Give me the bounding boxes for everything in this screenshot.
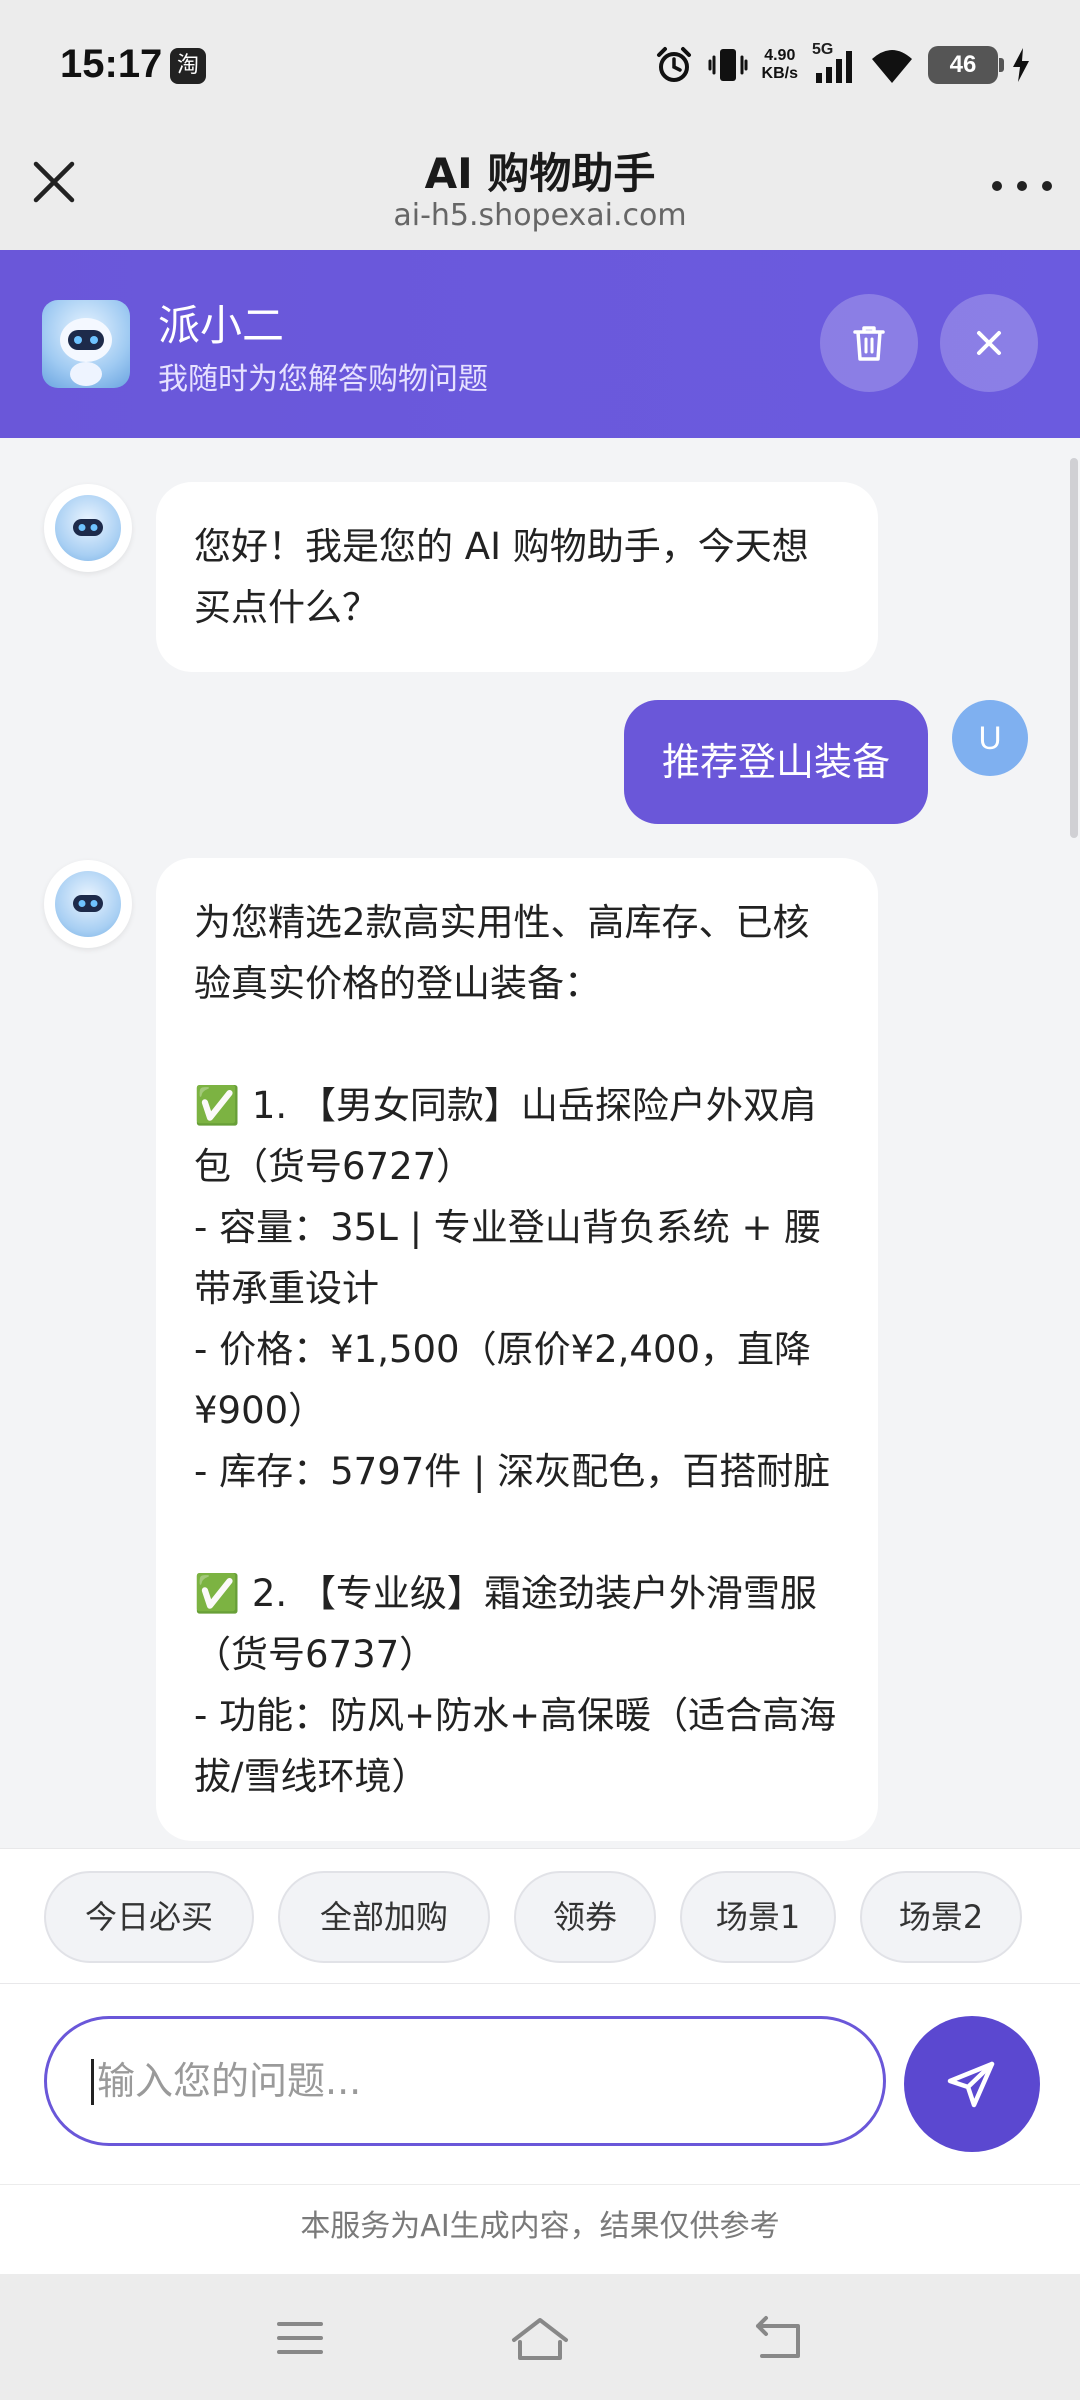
home-icon xyxy=(512,2318,568,2360)
robot-icon xyxy=(55,495,121,561)
network-speed: 4.90 KB/s xyxy=(762,47,798,83)
question-input[interactable]: 输入您的问题... xyxy=(44,2016,886,2146)
bot-avatar xyxy=(44,860,132,948)
quick-actions-bar: 今日必买 全部加购 领券 场景1 场景2 xyxy=(0,1848,1080,1984)
status-icons: 4.90 KB/s 5G 46 xyxy=(654,40,1030,90)
chip-today-must-buy[interactable]: 今日必买 xyxy=(44,1871,254,1963)
assistant-avatar xyxy=(42,300,130,388)
trash-icon xyxy=(853,326,885,361)
vibrate-icon xyxy=(708,49,748,81)
signal-icon: 5G xyxy=(812,41,856,85)
more-options-button[interactable] xyxy=(992,166,1052,206)
chat-scrollbar[interactable] xyxy=(1070,458,1078,838)
back-icon xyxy=(756,2316,800,2358)
input-placeholder: 输入您的问题... xyxy=(97,2059,362,2103)
page-title: AI 购物助手 xyxy=(424,149,656,198)
close-assistant-button[interactable] xyxy=(940,294,1038,392)
ai-disclaimer: 本服务为AI生成内容，结果仅供参考 xyxy=(0,2184,1080,2274)
network-speed-value: 4.90 xyxy=(764,47,796,64)
clear-chat-button[interactable] xyxy=(820,294,918,392)
nav-menu-button[interactable] xyxy=(270,2312,330,2364)
assistant-name: 派小二 xyxy=(158,301,285,350)
robot-icon xyxy=(60,318,112,386)
charging-icon xyxy=(1013,48,1029,82)
system-nav-bar xyxy=(0,2274,1080,2400)
bot-message-greeting: 您好！我是您的 AI 购物助手，今天想买点什么？ xyxy=(156,482,878,672)
nav-home-button[interactable] xyxy=(510,2312,570,2364)
page-url: ai-h5.shopexai.com xyxy=(393,198,687,233)
chip-scene-1[interactable]: 场景1 xyxy=(680,1871,836,1963)
browser-header: AI 购物助手 ai-h5.shopexai.com xyxy=(0,130,1080,250)
taobao-app-icon: 淘 xyxy=(170,48,206,84)
bot-avatar xyxy=(44,484,132,572)
nav-back-button[interactable] xyxy=(750,2312,810,2364)
user-message: 推荐登山装备 xyxy=(623,700,928,824)
menu-icon xyxy=(277,2322,323,2354)
wifi-icon xyxy=(872,50,912,83)
chat-area[interactable]: 您好！我是您的 AI 购物助手，今天想买点什么？ 推荐登山装备 U 为您精选2款… xyxy=(0,438,1080,1848)
assistant-header: 派小二 我随时为您解答购物问题 xyxy=(0,250,1080,438)
more-dot-icon xyxy=(1042,181,1052,191)
more-dot-icon xyxy=(1017,181,1027,191)
user-avatar: U xyxy=(952,700,1028,776)
send-icon xyxy=(947,2061,995,2108)
chip-add-all-to-cart[interactable]: 全部加购 xyxy=(278,1871,490,1963)
alarm-icon xyxy=(656,47,691,82)
status-bar: 15:17 淘 4.90 KB/s 5G 46 xyxy=(0,0,1080,130)
bot-message-recommendation: 为您精选2款高实用性、高库存、已核验真实价格的登山装备： ✅ 1. 【男女同款】… xyxy=(156,858,878,1841)
input-bar: 输入您的问题... xyxy=(0,1984,1080,2184)
robot-icon xyxy=(55,871,121,937)
assistant-subtitle: 我随时为您解答购物问题 xyxy=(158,362,488,397)
chip-get-coupon[interactable]: 领券 xyxy=(514,1871,656,1963)
battery-icon: 46 xyxy=(928,46,1004,84)
network-speed-unit: KB/s xyxy=(761,65,798,82)
send-button[interactable] xyxy=(904,2016,1040,2152)
text-caret xyxy=(91,2059,94,2105)
close-icon xyxy=(977,331,1001,355)
chip-scene-2[interactable]: 场景2 xyxy=(860,1871,1022,1963)
status-time: 15:17 xyxy=(60,42,163,86)
more-dot-icon xyxy=(992,181,1002,191)
